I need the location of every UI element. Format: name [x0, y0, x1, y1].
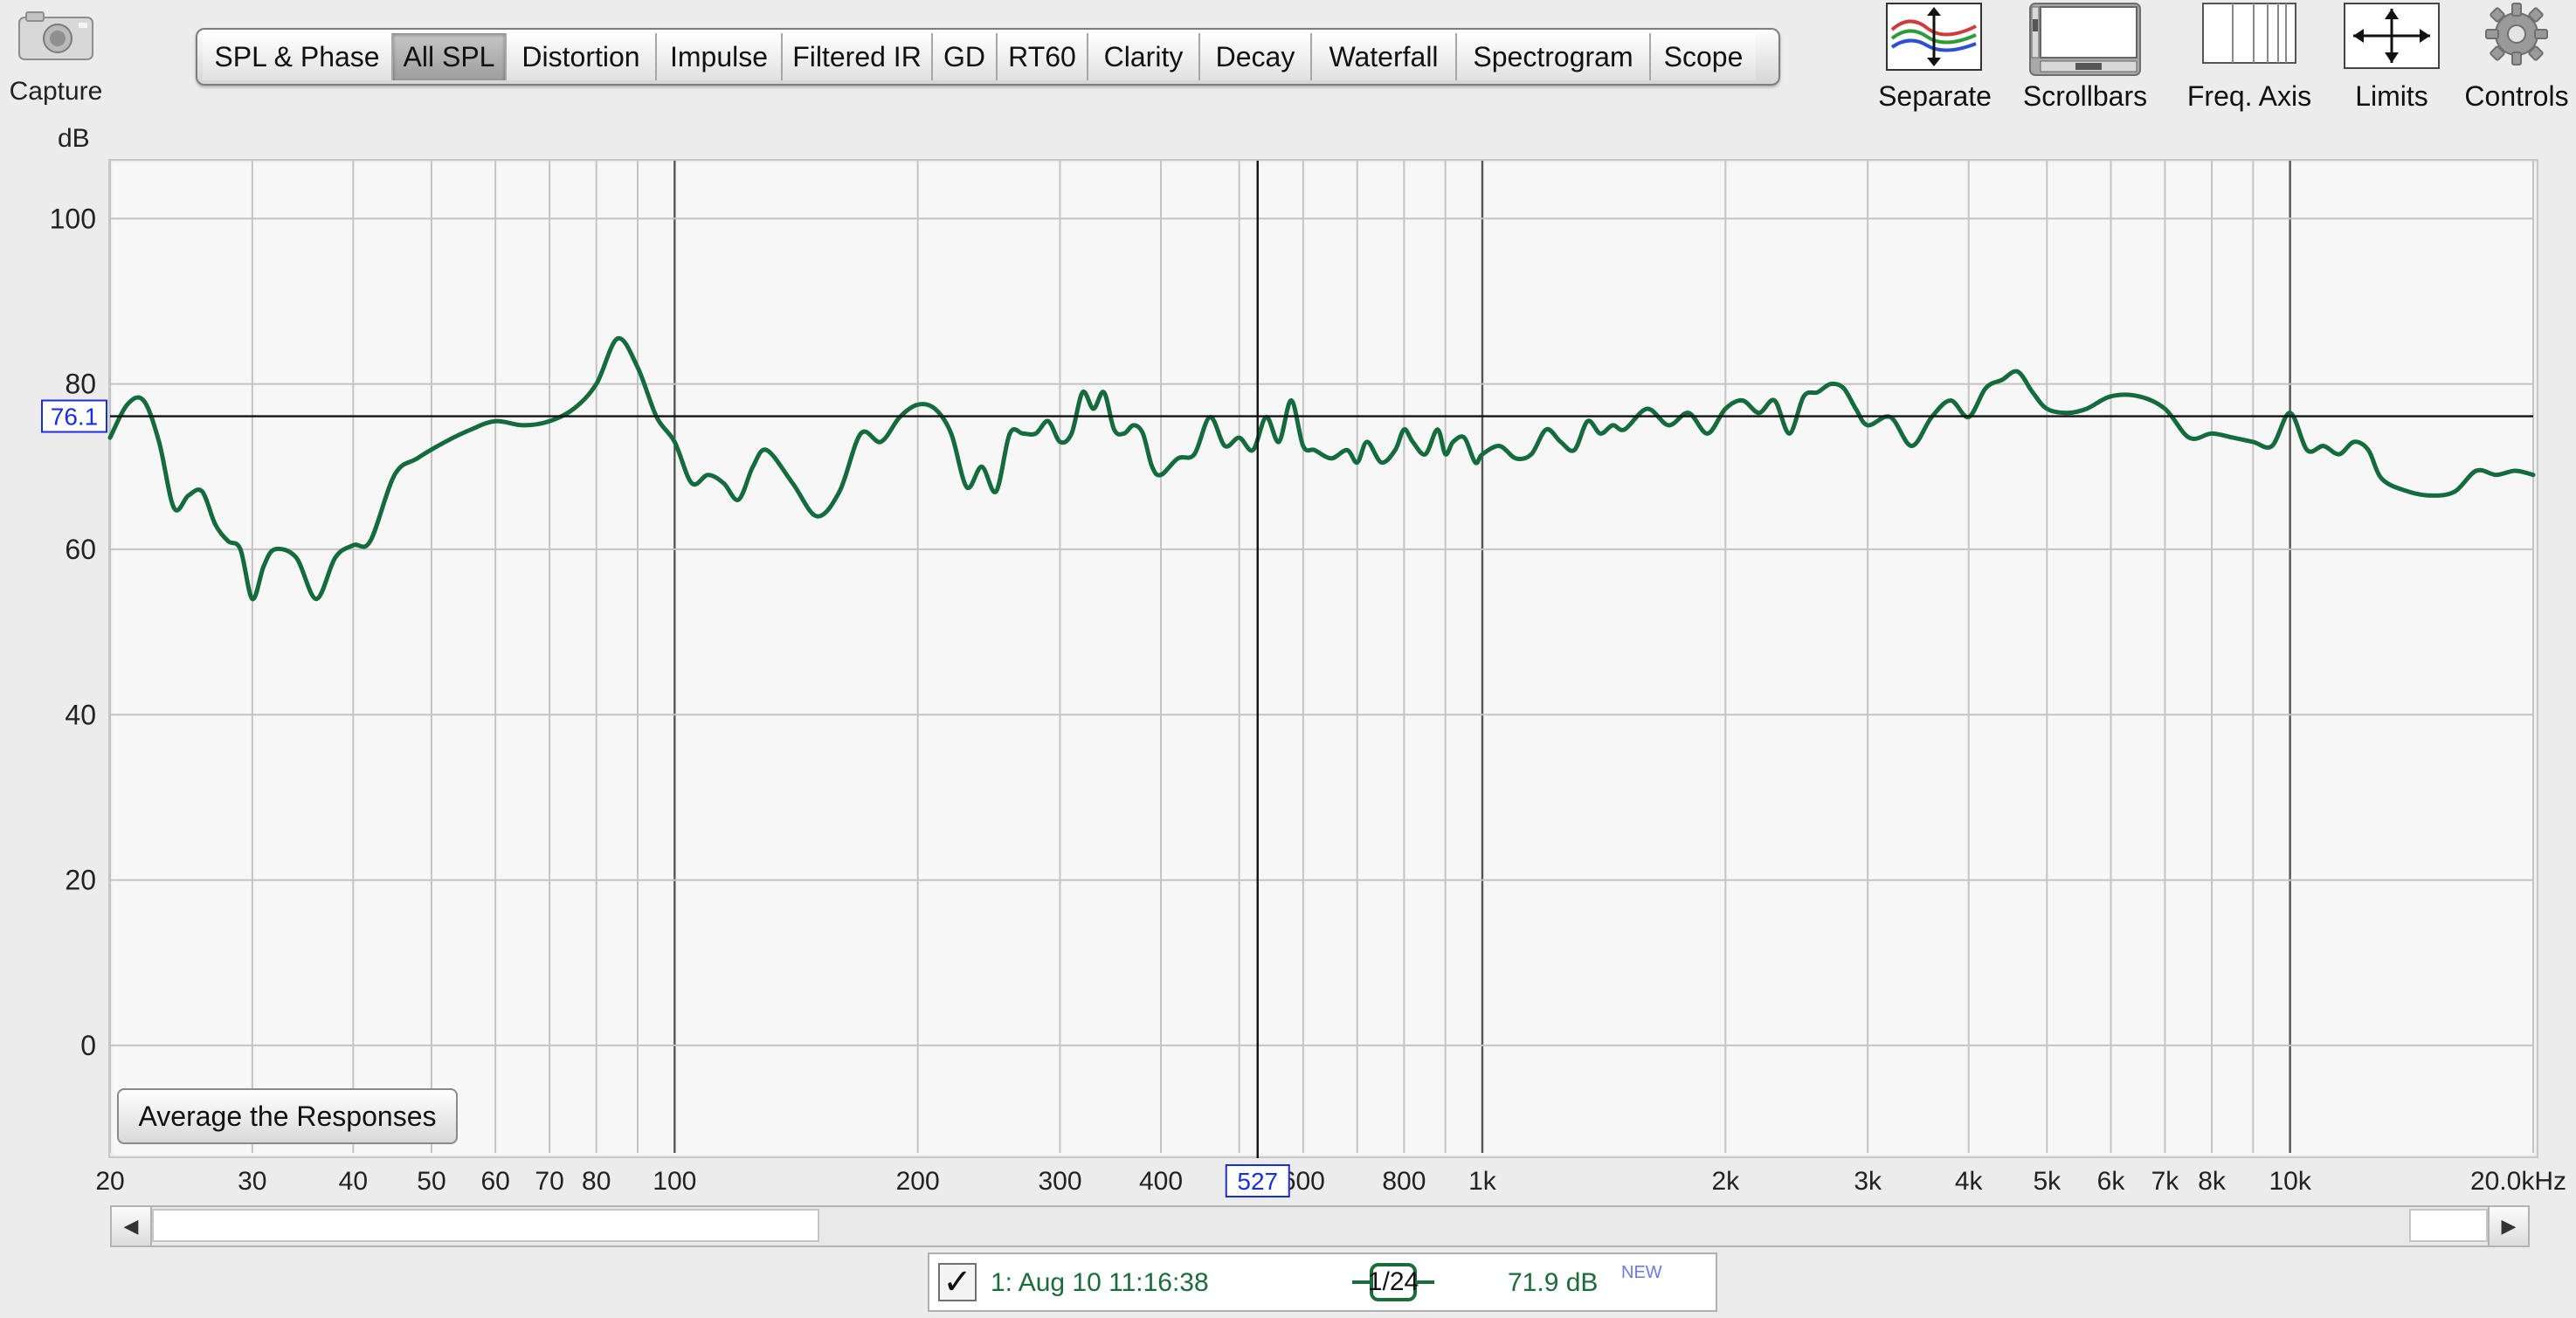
x-tick-label: 80: [582, 1167, 611, 1196]
check-icon: ✓: [943, 1263, 972, 1301]
grid-layer: [109, 161, 2534, 1153]
x-tick-label: 60: [480, 1167, 509, 1196]
x-tick-label: 70: [535, 1167, 563, 1196]
line-swatch-right: [1415, 1280, 1434, 1284]
x-tick-label: 4k: [1955, 1167, 1984, 1196]
measurement-visible-checkbox[interactable]: ✓: [938, 1263, 977, 1301]
smoothing-label: 1/24: [1368, 1263, 1419, 1301]
x-tick-label: 50: [417, 1167, 445, 1196]
y-tick-label: 0: [80, 1030, 96, 1061]
x-tick-label: 30: [238, 1167, 266, 1196]
y-tick-label: 80: [65, 369, 96, 400]
scrollbar-thumb-right[interactable]: [2409, 1209, 2488, 1242]
y-tick-label: 20: [65, 865, 96, 896]
measurement-legend: ✓ 1: Aug 10 11:16:38 1/24 71.9 dB NEW: [928, 1252, 1717, 1312]
x-tick-label: 300: [1038, 1167, 1081, 1196]
arrow-right-icon: ▶: [2501, 1215, 2517, 1237]
x-tick-label: 3k: [1854, 1167, 1882, 1196]
x-tick-label: 100: [653, 1167, 696, 1196]
cursor-y-readout: 76.1: [51, 404, 99, 431]
x-tick-label: 7k: [2151, 1167, 2180, 1196]
y-tick-label: 40: [65, 699, 96, 730]
x-tick-label: 10k: [2269, 1167, 2311, 1196]
x-tick-label: 20.0kHz: [2470, 1167, 2566, 1196]
x-tick-label: 8k: [2198, 1167, 2227, 1196]
x-tick-labels: 2030405060708010020030040056008001k2k3k4…: [95, 1167, 2566, 1196]
x-tick-label: 800: [1382, 1167, 1426, 1196]
x-tick-label: 6k: [2097, 1167, 2126, 1196]
cursor-x-readout: 527: [1237, 1168, 1278, 1195]
cursor-value: 71.9 dB: [1508, 1268, 1599, 1297]
measurement-name[interactable]: 1: Aug 10 11:16:38: [991, 1268, 1209, 1298]
scrollbar-thumb[interactable]: [152, 1209, 819, 1242]
x-tick-label: 1k: [1468, 1167, 1497, 1196]
x-tick-label: 2k: [1711, 1167, 1740, 1196]
y-tick-label: 60: [65, 534, 96, 565]
x-tick-label: 20: [95, 1167, 124, 1196]
y-tick-label: 100: [50, 203, 96, 234]
y-tick-labels: 0 20 40 60 80 100: [50, 203, 96, 1061]
arrow-left-icon: ◀: [123, 1215, 139, 1237]
horizontal-scrollbar[interactable]: ◀ ▶: [110, 1205, 2530, 1247]
x-tick-label: 5k: [2033, 1167, 2061, 1196]
smoothing-indicator[interactable]: 1/24: [1352, 1263, 1434, 1303]
series-layer: [107, 335, 2536, 602]
average-responses-button[interactable]: Average the Responses: [117, 1088, 458, 1144]
x-tick-label: 200: [896, 1167, 940, 1196]
scroll-right-button[interactable]: ▶: [2488, 1207, 2528, 1246]
spl-response-line: [107, 335, 2536, 602]
new-badge: NEW: [1621, 1263, 1662, 1282]
x-tick-label: 400: [1139, 1167, 1183, 1196]
scroll-left-button[interactable]: ◀: [112, 1207, 152, 1246]
cursor-layer: 76.1 527: [41, 161, 2533, 1197]
x-tick-label: 40: [339, 1167, 368, 1196]
